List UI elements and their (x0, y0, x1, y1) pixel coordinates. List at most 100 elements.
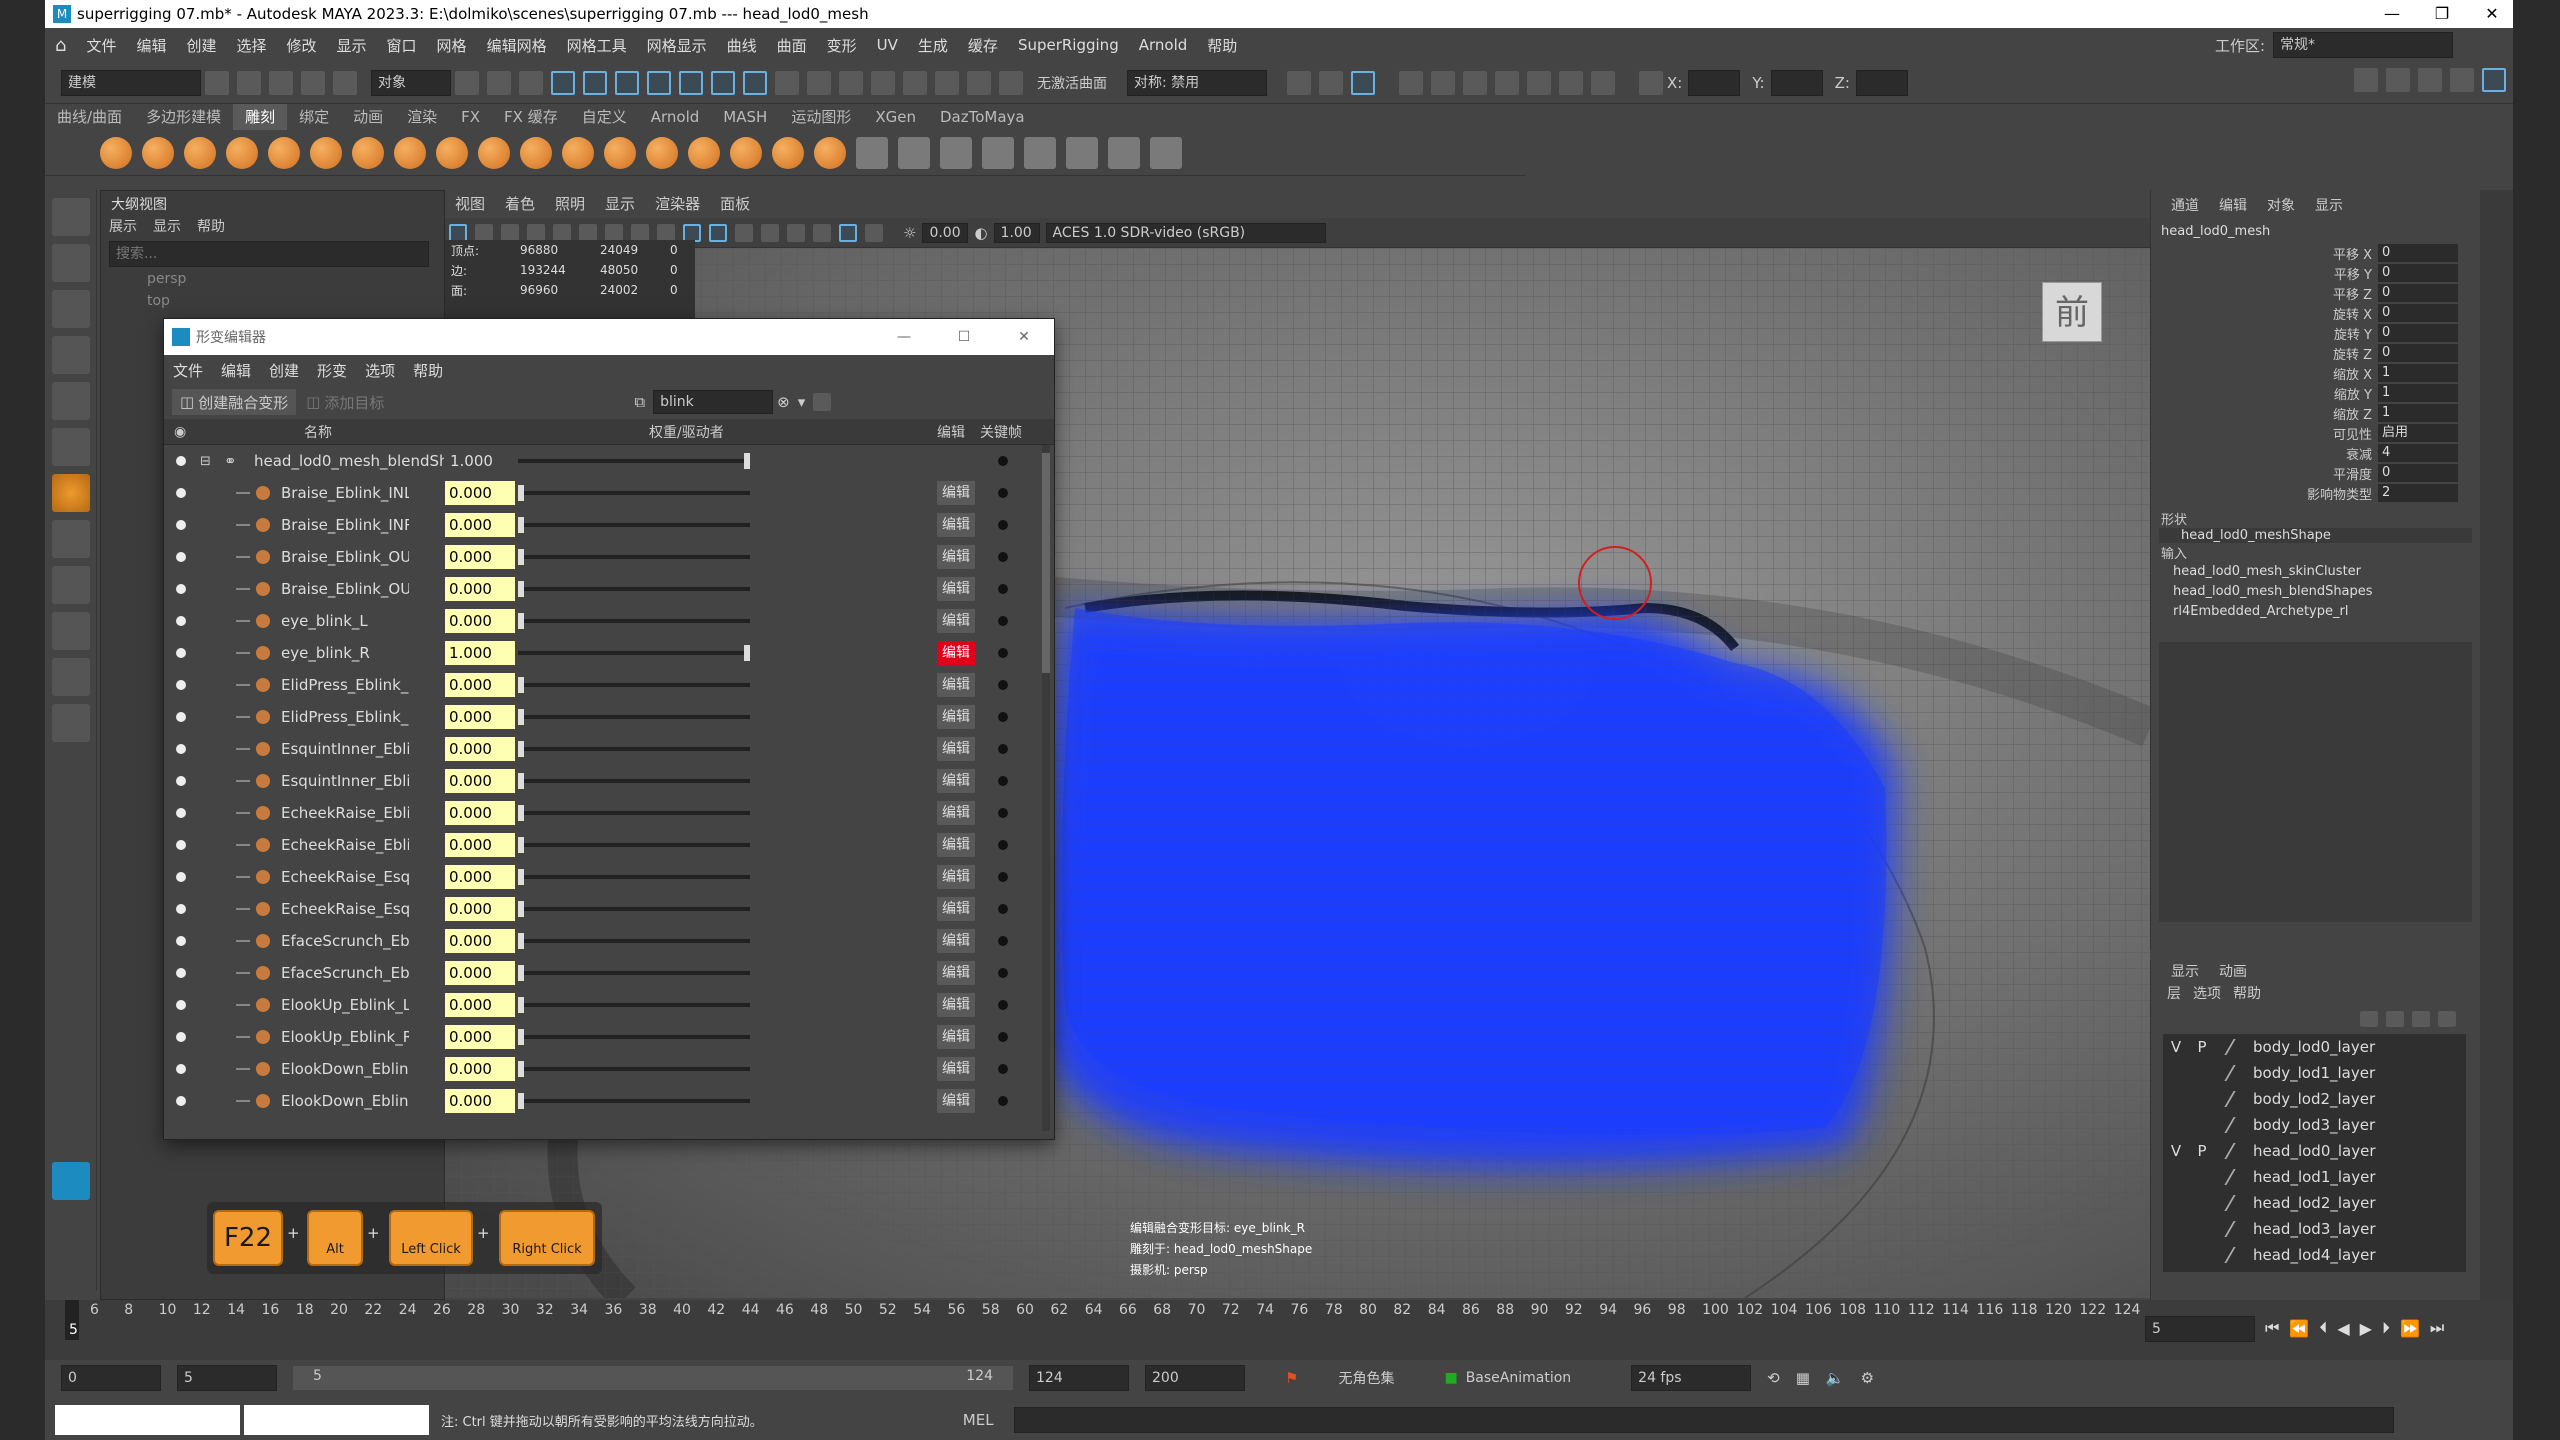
menu-item[interactable]: 曲线 (717, 35, 767, 56)
visibility-icon[interactable] (176, 872, 186, 882)
visibility-icon[interactable] (176, 1000, 186, 1010)
keyframe-icon[interactable] (998, 776, 1008, 786)
shelf-tab[interactable]: XGen (863, 104, 928, 130)
playback-end-field[interactable]: 124 (1029, 1365, 1129, 1391)
layer-tab[interactable]: 动画 (2209, 961, 2257, 981)
weight-field[interactable]: 0.000 (445, 865, 515, 889)
layer-row[interactable]: head_lod1_layer (2163, 1164, 2466, 1190)
isolate-select-icon[interactable] (839, 223, 857, 242)
auto-key-icon[interactable]: ⚑ (1285, 1369, 1298, 1387)
shelf-tab[interactable]: DazToMaya (928, 104, 1037, 130)
edit-target-button[interactable]: 编辑 (937, 961, 975, 985)
weight-slider[interactable] (518, 485, 750, 501)
layer-visibility-toggle[interactable]: V (2163, 1038, 2189, 1056)
layer-row[interactable]: body_lod1_layer (2163, 1060, 2466, 1086)
se-scrollbar[interactable] (1042, 445, 1050, 1131)
cb-tab[interactable]: 显示 (2305, 195, 2353, 215)
target-row[interactable]: eye_blink_R 1.000 编辑 (164, 637, 1054, 669)
select-object-icon[interactable] (487, 70, 511, 95)
view-cube-front[interactable]: 前 (2042, 282, 2102, 342)
weight-field[interactable]: 0.000 (445, 897, 515, 921)
loop-icon[interactable]: ⟲ (1767, 1369, 1780, 1387)
scale-tool-icon[interactable] (51, 428, 90, 466)
weight-field[interactable]: 0.000 (445, 929, 515, 953)
menu-item[interactable]: 编辑 (126, 35, 176, 56)
exposure-field[interactable]: 0.00 (922, 222, 969, 243)
filter-options-icon[interactable]: ▾ (798, 393, 806, 411)
weight-slider-handle[interactable] (518, 741, 524, 757)
visibility-icon[interactable] (176, 520, 186, 530)
outliner-menu-item[interactable]: 显示 (145, 216, 189, 236)
weight-slider-handle[interactable] (518, 997, 524, 1013)
sculpt-brush-icon[interactable] (100, 136, 132, 169)
keyframe-icon[interactable] (998, 968, 1008, 978)
layer-row[interactable]: body_lod3_layer (2163, 1112, 2466, 1138)
cb-attr-row[interactable]: 影响物类型 2 (2151, 483, 2480, 503)
expand-icon[interactable]: ⊟ (200, 454, 211, 469)
weight-slider-handle[interactable] (518, 613, 524, 629)
keyframe-icon[interactable] (998, 648, 1008, 658)
shelf-tab[interactable]: 曲线/曲面 (45, 104, 134, 130)
edit-target-button[interactable]: 编辑 (937, 641, 975, 665)
shelf-tab[interactable]: 雕刻 (233, 104, 288, 130)
weight-slider-handle[interactable] (518, 1029, 524, 1045)
weight-field[interactable]: 1.000 (445, 641, 515, 665)
time-slider[interactable]: 5 6 8 10 12 14 16 18 20 22 24 26 28 30 32 34 36 38 40 42 44… (45, 1300, 2513, 1360)
arnold-render-icon[interactable] (1559, 70, 1583, 95)
cb-input-node[interactable]: head_lod0_mesh_blendShapes (2173, 582, 2480, 602)
symmetry-select[interactable]: 对称: 禁用 (1127, 69, 1267, 96)
target-row[interactable]: Braise_Eblink_INR 0.000 编辑 (164, 509, 1054, 541)
weight-slider-handle[interactable] (518, 517, 524, 533)
sculpt-brush-icon[interactable] (772, 136, 804, 169)
menu-item[interactable]: SuperRigging (1008, 36, 1129, 54)
x-field[interactable] (1688, 69, 1741, 96)
visibility-icon[interactable] (176, 456, 186, 466)
weight-field[interactable]: 0.000 (445, 801, 515, 825)
menu-item[interactable]: 缓存 (958, 35, 1008, 56)
menu-item[interactable]: 修改 (277, 35, 327, 56)
cb-attr-row[interactable]: 旋转 X 0 (2151, 303, 2480, 323)
layer-row[interactable]: body_lod2_layer (2163, 1086, 2466, 1112)
target-row[interactable]: EcheekRaise_Eblink_R 0.000 编辑 (164, 829, 1054, 861)
colorspace-select[interactable]: ACES 1.0 SDR-video (sRGB) (1045, 222, 1326, 243)
weight-slider[interactable] (518, 645, 750, 661)
snap-plane-icon[interactable] (935, 70, 959, 95)
se-maximize-icon[interactable]: ☐ (934, 329, 994, 345)
weight-field[interactable]: 0.000 (445, 961, 515, 985)
command-input[interactable] (1013, 1407, 2394, 1433)
weight-slider[interactable] (518, 549, 750, 565)
visibility-icon[interactable] (176, 1032, 186, 1042)
weight-field[interactable]: 0.000 (445, 705, 515, 729)
gate-mask-icon[interactable] (631, 223, 649, 242)
weight-field[interactable]: 0.000 (445, 545, 515, 569)
edit-target-button[interactable]: 编辑 (937, 673, 975, 697)
weight-field[interactable]: 0.000 (445, 1025, 515, 1049)
blendshape-tool-icon[interactable] (1108, 136, 1140, 169)
cb-attr-row[interactable]: 缩放 Z 1 (2151, 403, 2480, 423)
workspace-select[interactable]: 常规* (2273, 32, 2454, 58)
sound-icon[interactable]: 🔈 (1826, 1369, 1845, 1387)
mode-select[interactable]: 建模 (61, 69, 201, 96)
shelf-tab[interactable]: FX (449, 104, 492, 130)
edit-target-button[interactable]: 编辑 (937, 993, 975, 1017)
edit-target-button[interactable]: 编辑 (937, 705, 975, 729)
cb-attr-value[interactable]: 0 (2378, 284, 2458, 302)
weight-field[interactable]: 0.000 (445, 737, 515, 761)
target-row[interactable]: Braise_Eblink_OUTL 0.000 编辑 (164, 541, 1054, 573)
cb-tab[interactable]: 编辑 (2209, 195, 2257, 215)
cb-attr-row[interactable]: 可见性 启用 (2151, 423, 2480, 443)
se-menu-item[interactable]: 帮助 (404, 360, 452, 381)
weight-slider-handle[interactable] (518, 773, 524, 789)
two-view-icon[interactable] (51, 612, 90, 650)
visibility-icon[interactable] (176, 776, 186, 786)
weight-slider[interactable] (518, 709, 750, 725)
weight-slider[interactable] (518, 805, 750, 821)
shelf-tab[interactable]: 自定义 (570, 104, 639, 130)
weight-slider[interactable] (518, 517, 750, 533)
sculpt-tool-icon[interactable] (898, 136, 930, 169)
cb-attr-value[interactable]: 0 (2378, 304, 2458, 322)
visibility-icon[interactable] (176, 904, 186, 914)
home-icon[interactable]: ⌂ (45, 35, 76, 56)
edit-target-button[interactable]: 编辑 (937, 929, 975, 953)
viewport-menu-item[interactable]: 渲染器 (645, 190, 710, 218)
